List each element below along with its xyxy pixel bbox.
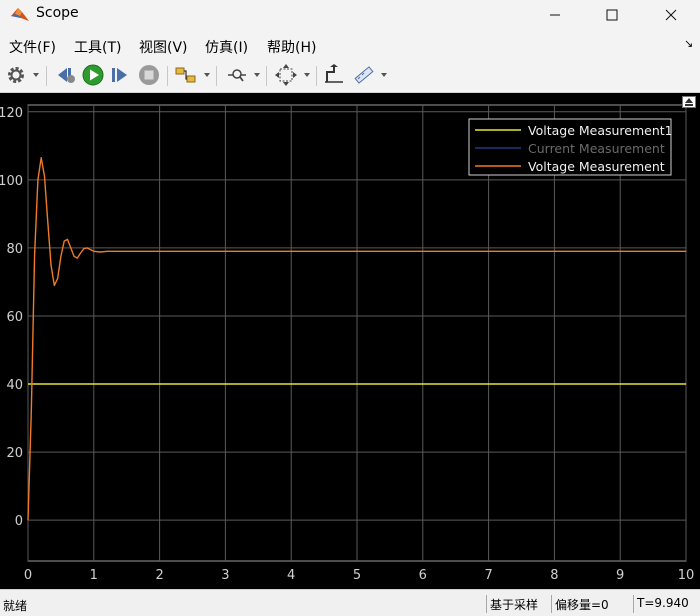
y-tick-label: 100 [0, 174, 23, 189]
legend-label: Voltage Measurement1 [528, 123, 673, 138]
x-tick-label: 1 [90, 568, 98, 583]
menu-tools[interactable]: 工具(T) [74, 37, 121, 57]
toolbar-separator [316, 66, 317, 86]
step-forward-button[interactable] [110, 64, 130, 86]
legend-label: Voltage Measurement [528, 159, 665, 174]
settings-button[interactable] [6, 64, 26, 86]
sample-mode-text: 基于采样 [486, 595, 549, 613]
scope-display[interactable]: 0 1 2 3 4 5 6 7 8 9 10 0 20 40 60 80 100 120 Voltage Measu… [0, 93, 700, 589]
y-tick-label: 80 [6, 242, 23, 257]
y-tick-label: 60 [6, 310, 23, 325]
measure-icon [354, 66, 374, 84]
x-tick-label: 10 [678, 568, 695, 583]
legend-label: Current Measurement [528, 141, 665, 156]
menu-help[interactable]: 帮助(H) [267, 37, 316, 57]
run-icon [82, 64, 104, 86]
stop-button[interactable] [138, 64, 160, 86]
settings-gear-icon [8, 67, 24, 83]
fit-axes-button[interactable] [275, 64, 297, 86]
close-icon [665, 9, 677, 21]
y-tick-label: 40 [6, 378, 23, 393]
x-tick-label: 2 [155, 568, 163, 583]
signal-dropdown-arrow[interactable] [204, 73, 210, 77]
run-button[interactable] [82, 64, 104, 86]
step-back-icon [58, 68, 75, 83]
x-tick-label: 8 [550, 568, 558, 583]
y-tick-label: 20 [6, 446, 23, 461]
signal-highlight-icon [175, 67, 196, 83]
x-tick-label: 7 [484, 568, 492, 583]
x-tick-label: 9 [616, 568, 624, 583]
undock-button[interactable] [682, 96, 696, 108]
toolbar [0, 59, 700, 93]
menu-bar: 文件(F) 工具(T) 视图(V) 仿真(I) 帮助(H) [0, 30, 700, 59]
zoom-icon [228, 69, 246, 82]
toolbar-separator [167, 66, 168, 86]
stop-icon [139, 65, 159, 85]
toolbar-separator [266, 66, 267, 86]
measure-button[interactable] [352, 64, 374, 86]
fit-axes-dropdown-arrow[interactable] [304, 73, 310, 77]
y-tick-label: 120 [0, 106, 23, 121]
x-tick-label: 5 [353, 568, 361, 583]
x-tick-label: 6 [419, 568, 427, 583]
matlab-logo-icon [11, 8, 29, 21]
step-forward-icon [112, 68, 127, 82]
trigger-icon [325, 64, 343, 83]
offset-text: 偏移量=0 [551, 595, 631, 613]
menu-file[interactable]: 文件(F) [9, 37, 56, 57]
y-tick-label: 0 [15, 514, 23, 529]
menu-view[interactable]: 视图(V) [139, 37, 188, 57]
fit-axes-icon [275, 64, 297, 86]
x-tick-label: 3 [221, 568, 229, 583]
close-button[interactable] [648, 0, 694, 30]
x-tick-label: 0 [24, 568, 32, 583]
minimize-icon [550, 14, 560, 16]
measure-dropdown-arrow[interactable] [381, 73, 387, 77]
x-tick-label: 4 [287, 568, 295, 583]
menu-simulation[interactable]: 仿真(I) [205, 37, 248, 57]
toolbar-separator [216, 66, 217, 86]
minimize-button[interactable] [532, 0, 578, 30]
maximize-button[interactable] [589, 0, 635, 30]
scope-chart[interactable]: 0 1 2 3 4 5 6 7 8 9 10020406080100120Voltage Measu… [0, 93, 700, 589]
status-ready-text: 就绪 [3, 599, 28, 613]
title-bar: Scope [0, 0, 700, 30]
trigger-button[interactable] [324, 64, 344, 86]
time-readout: T=9.940 [633, 595, 699, 613]
maximize-icon [606, 9, 618, 21]
window-title: Scope [36, 5, 79, 21]
dock-pin-icon[interactable]: ↘ [684, 37, 693, 50]
toolbar-separator [46, 66, 47, 86]
zoom-dropdown-arrow[interactable] [254, 73, 260, 77]
status-bar: 就绪 基于采样 偏移量=0 T=9.940 [0, 589, 700, 616]
step-back-button[interactable] [55, 64, 77, 86]
zoom-button[interactable] [226, 64, 248, 86]
arrow-up-icon [685, 98, 693, 106]
signal-highlight-button[interactable] [175, 64, 197, 86]
settings-dropdown-arrow[interactable] [33, 73, 39, 77]
